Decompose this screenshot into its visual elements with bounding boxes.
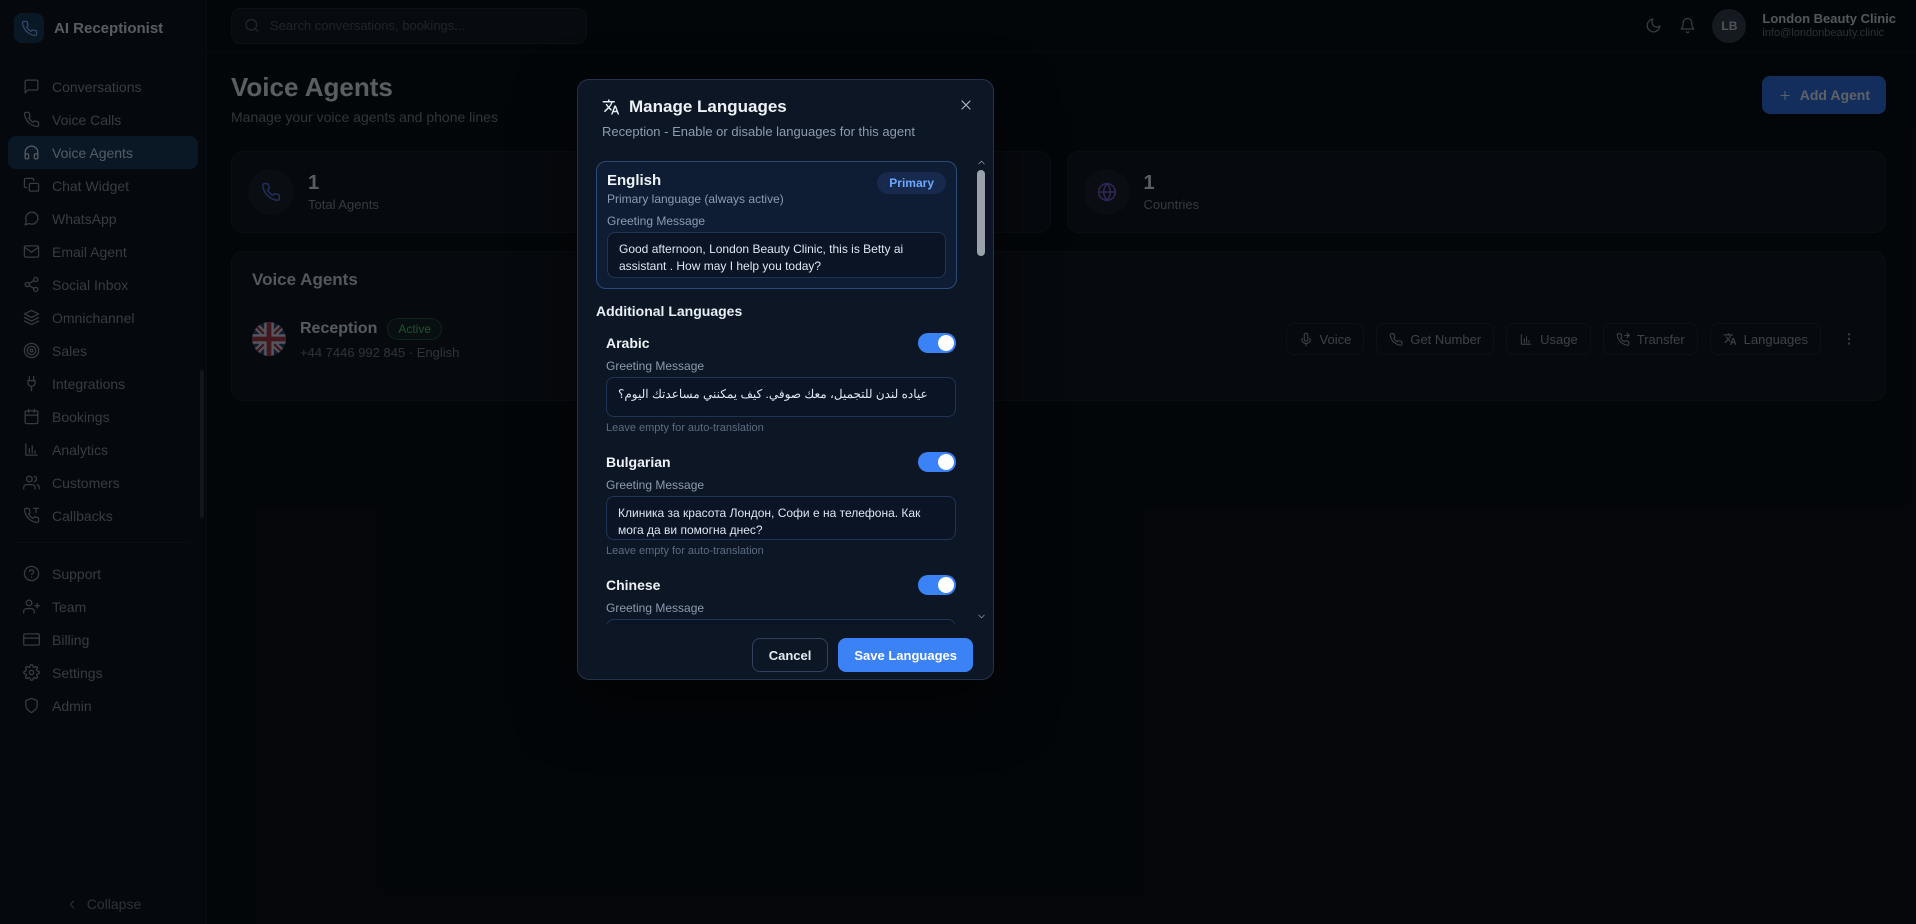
toggle-knob [938,454,954,470]
modal-scrollbar-thumb[interactable] [977,170,985,256]
toggle-chinese[interactable] [918,575,956,595]
modal-scroll-area[interactable]: English Primary language (always active)… [578,154,993,624]
language-description: Primary language (always active) [607,192,784,206]
greeting-textarea-bulgarian[interactable]: Клиника за красота Лондон, Софи е на тел… [606,496,956,540]
language-name: Chinese [606,577,660,593]
auto-translation-hint: Leave empty for auto-translation [606,545,956,557]
modal-footer: Cancel Save Languages [578,624,993,686]
toggle-bulgarian[interactable] [918,452,956,472]
language-block-chinese: Chinese Greeting Message 伦敦美容诊所，苏菲为您服务。今… [596,575,957,624]
additional-languages-heading: Additional Languages [596,303,957,319]
scroll-down-button[interactable] [975,610,987,622]
language-name: Bulgarian [606,454,671,470]
greeting-textarea-arabic[interactable]: عياده لندن للتجميل، معك صوفي. كيف يمكنني… [606,377,956,417]
modal-scrollbar[interactable] [975,154,987,624]
toggle-knob [938,577,954,593]
modal-title: Manage Languages [629,97,787,117]
manage-languages-modal: Manage Languages Reception - Enable or d… [577,79,994,680]
greeting-label: Greeting Message [606,601,956,615]
modal-header: Manage Languages Reception - Enable or d… [578,80,993,139]
greeting-label: Greeting Message [606,478,956,492]
primary-language-card: English Primary language (always active)… [596,161,957,289]
language-name: Arabic [606,335,650,351]
close-icon [957,96,975,114]
greeting-textarea-chinese[interactable]: 伦敦美容诊所，苏菲为您服务。今天我能帮您什么？ [606,619,956,624]
translate-icon [602,98,620,116]
language-name: English [607,172,784,189]
cancel-button[interactable]: Cancel [752,638,829,672]
toggle-arabic[interactable] [918,333,956,353]
language-block-arabic: Arabic Greeting Message عياده لندن للتجم… [596,333,957,434]
greeting-label: Greeting Message [606,359,956,373]
primary-badge: Primary [877,172,946,194]
scroll-up-button[interactable] [975,156,987,168]
auto-translation-hint: Leave empty for auto-translation [606,422,956,434]
toggle-knob [938,335,954,351]
modal-subtitle: Reception - Enable or disable languages … [602,124,969,139]
greeting-label: Greeting Message [607,214,946,228]
greeting-textarea-english[interactable]: Good afternoon, London Beauty Clinic, th… [607,232,946,278]
close-button[interactable] [953,92,979,118]
language-block-bulgarian: Bulgarian Greeting Message Клиника за кр… [596,452,957,557]
save-languages-button[interactable]: Save Languages [838,638,973,672]
